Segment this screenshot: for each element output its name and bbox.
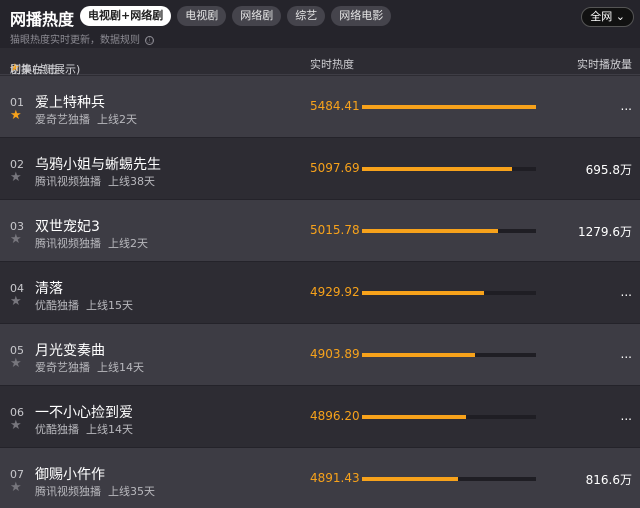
show-meta: 爱奇艺独播 上线14天 (35, 359, 144, 375)
heat-bar-fill (362, 291, 484, 295)
heat-bar-fill (362, 415, 467, 419)
table-row[interactable]: 02 ★ 乌鸦小姐与蜥蜴先生 腾讯视频独播 上线38天 5097.69 695.8万 (0, 138, 640, 200)
table-row[interactable]: 07 ★ 御赐小仵作 腾讯视频独播 上线35天 4891.43 816.6万 (0, 448, 640, 508)
heat-bar-fill (362, 353, 476, 357)
scope-dropdown[interactable]: 全网 ⌄ (581, 7, 634, 27)
star-icon[interactable]: ★ (10, 481, 22, 494)
tab-web-series[interactable]: 网络剧 (232, 6, 282, 26)
play-count: ... (620, 285, 632, 299)
heat-bar (362, 477, 536, 481)
platform-label: 腾讯视频独播 (35, 237, 101, 250)
heat-bar-fill (362, 167, 512, 171)
online-days: 上线2天 (97, 113, 137, 126)
online-days: 上线38天 (108, 175, 155, 188)
play-count: ... (620, 99, 632, 113)
star-icon[interactable]: ★ (10, 295, 22, 308)
table-row[interactable]: 04 ★ 清落 优酷独播 上线15天 4929.92... (0, 262, 640, 324)
heat-bar (362, 353, 536, 357)
heat-bar-fill (362, 477, 458, 481)
star-icon[interactable]: ★ (10, 233, 22, 246)
show-title[interactable]: 爱上特种兵 (35, 92, 105, 112)
chevron-down-icon: ⌄ (615, 10, 625, 23)
tab-web-movies[interactable]: 网络电影 (331, 6, 392, 26)
platform-label: 优酷独播 (35, 423, 79, 436)
column-plays: 实时播放量 (577, 58, 632, 71)
platform-label: 爱奇艺独播 (35, 361, 90, 374)
show-title[interactable]: 御赐小仵作 (35, 464, 105, 484)
heat-value: 4903.89 (310, 347, 360, 361)
table-row[interactable]: 01 ★ 爱上特种兵 爱奇艺独播 上线2天 5484.41... (0, 76, 640, 138)
page-title: 网播热度 (10, 10, 75, 29)
scope-label: 全网 (590, 10, 613, 23)
online-days: 上线14天 (86, 423, 133, 436)
subtitle: 猫眼热度实时更新，数据规则 ⓘ (10, 31, 155, 46)
play-count: ... (620, 409, 632, 423)
show-meta: 腾讯视频独播 上线2天 (35, 235, 148, 251)
table-row[interactable]: 03 ★ 双世宠妃3 腾讯视频独播 上线2天 5015.78 1279.6万 (0, 200, 640, 262)
column-heat: 实时热度 (310, 58, 354, 71)
heat-value: 5484.41 (310, 99, 360, 113)
heat-bar-fill (362, 105, 536, 109)
heat-bar-fill (362, 229, 498, 233)
play-count: 816.6万 (585, 473, 632, 487)
star-icon[interactable]: ★ (10, 171, 22, 184)
play-count: 1279.6万 (578, 225, 632, 239)
show-title[interactable]: 双世宠妃3 (35, 216, 100, 236)
show-title[interactable]: 一不小心捡到爱 (35, 402, 133, 422)
heat-value: 5015.78 (310, 223, 360, 237)
heat-value: 4891.43 (310, 471, 360, 485)
show-meta: 腾讯视频独播 上线35天 (35, 483, 155, 499)
online-days: 上线35天 (108, 485, 155, 498)
star-icon[interactable]: ★ (10, 109, 22, 122)
online-days: 上线15天 (86, 299, 133, 312)
show-meta: 优酷独播 上线15天 (35, 297, 133, 313)
tab-tv-series[interactable]: 电视剧 (177, 6, 227, 26)
star-icon[interactable]: ★ (10, 357, 22, 370)
heat-value: 5097.69 (310, 161, 360, 175)
show-meta: 腾讯视频独播 上线38天 (35, 173, 155, 189)
tab-tv-and-web-series[interactable]: 电视剧+网络剧 (80, 6, 172, 26)
heat-bar (362, 105, 536, 109)
header: 网播热度 电视剧+网络剧 电视剧 网络剧 综艺 网络电影 全网 ⌄ 猫眼热度实时… (0, 0, 640, 48)
online-days: 上线14天 (97, 361, 144, 374)
show-title[interactable]: 清落 (35, 278, 63, 298)
play-count: ... (620, 347, 632, 361)
show-title[interactable]: 月光变奏曲 (35, 340, 105, 360)
show-title[interactable]: 乌鸦小姐与蜥蜴先生 (35, 154, 161, 174)
online-days: 上线2天 (108, 237, 148, 250)
column-header: 剧集(点击 ★ 切换右侧展示) 实时热度 实时播放量 (0, 51, 640, 76)
show-meta: 优酷独播 上线14天 (35, 421, 133, 437)
column-show-suffix: 切换右侧展示) (10, 63, 81, 76)
tab-variety[interactable]: 综艺 (287, 6, 326, 26)
platform-label: 爱奇艺独播 (35, 113, 90, 126)
heat-bar (362, 167, 536, 171)
category-tabs: 电视剧+网络剧 电视剧 网络剧 综艺 网络电影 (80, 6, 392, 26)
play-count: 695.8万 (585, 163, 632, 177)
ranking-list: 01 ★ 爱上特种兵 爱奇艺独播 上线2天 5484.41... 02 ★ 乌鸦小姐与蜥蜴先生… (0, 76, 640, 508)
subtitle-text: 猫眼热度实时更新，数据规则 (10, 35, 140, 46)
table-row[interactable]: 05 ★ 月光变奏曲 爱奇艺独播 上线14天 4903.89... (0, 324, 640, 386)
table-row[interactable]: 06 ★ 一不小心捡到爱 优酷独播 上线14天 4896.20... (0, 386, 640, 448)
platform-label: 腾讯视频独播 (35, 485, 101, 498)
star-icon[interactable]: ★ (10, 419, 22, 432)
heat-bar (362, 229, 536, 233)
heat-bar (362, 291, 536, 295)
heat-bar (362, 415, 536, 419)
info-icon[interactable]: ⓘ (145, 35, 155, 45)
show-meta: 爱奇艺独播 上线2天 (35, 111, 137, 127)
platform-label: 腾讯视频独播 (35, 175, 101, 188)
heat-value: 4929.92 (310, 285, 360, 299)
heat-value: 4896.20 (310, 409, 360, 423)
platform-label: 优酷独播 (35, 299, 79, 312)
